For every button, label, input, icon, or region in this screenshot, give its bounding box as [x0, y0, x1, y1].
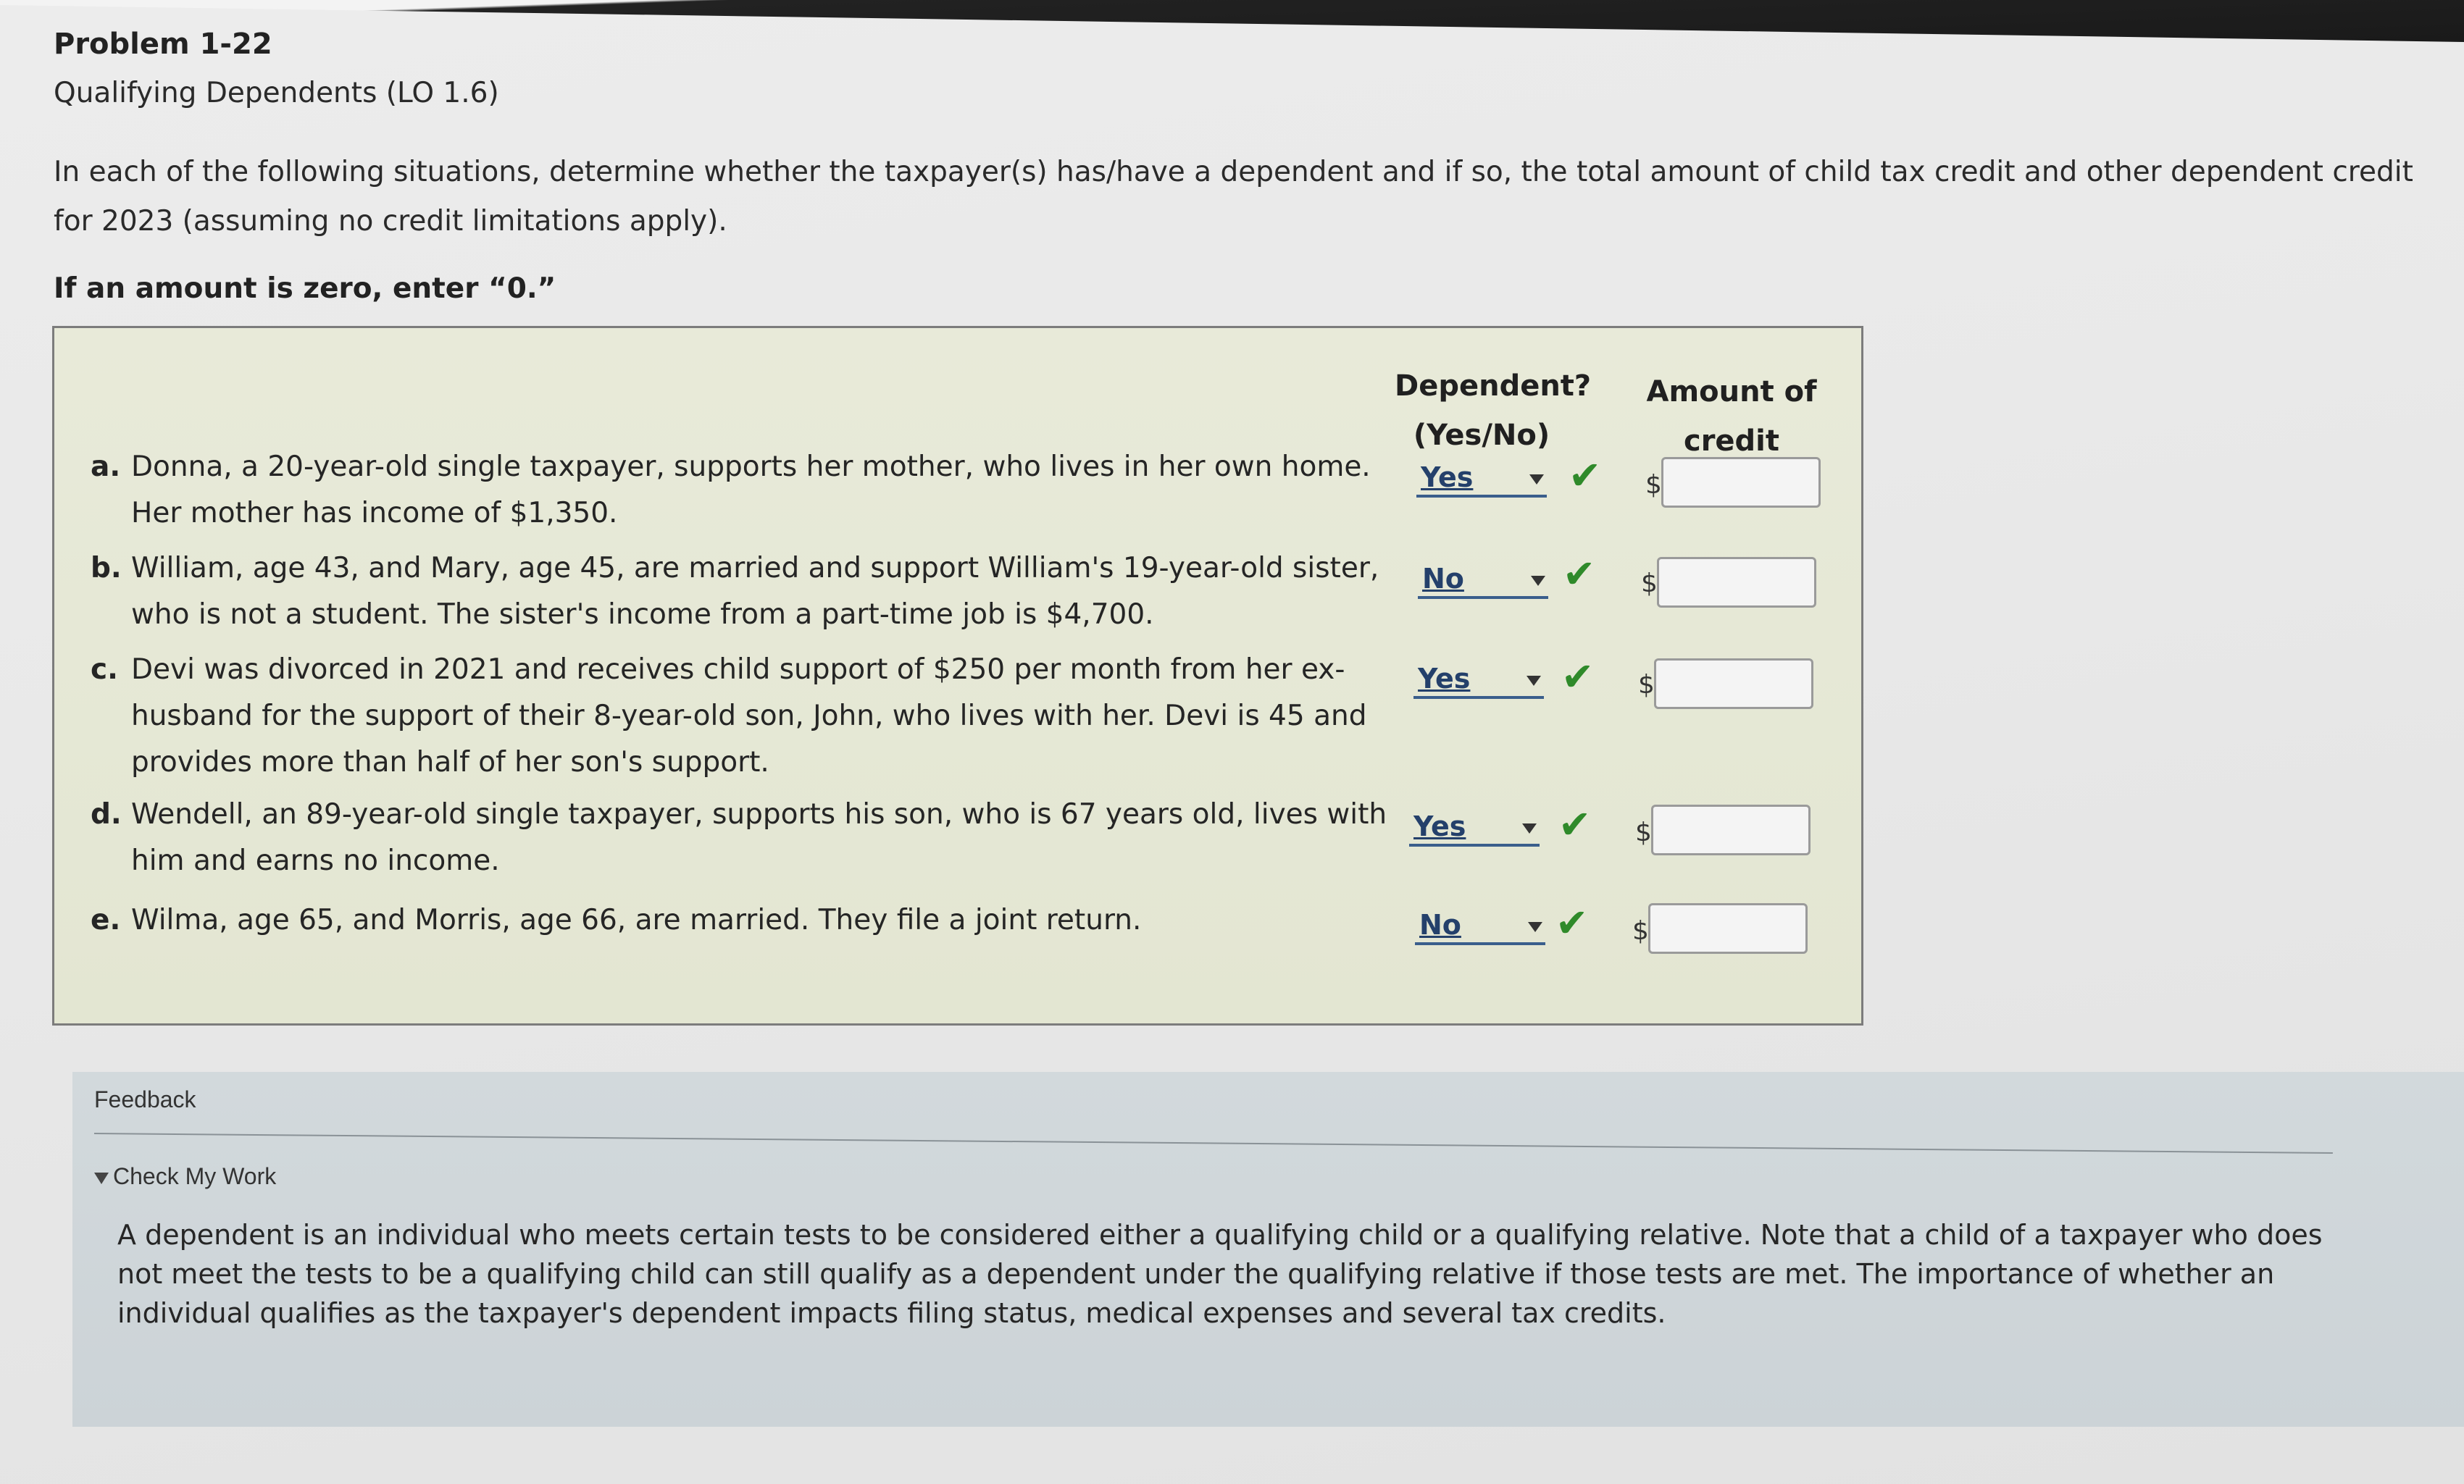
feedback-panel: Feedback Check My Work A dependent is an…	[72, 1072, 2464, 1427]
zero-amount-note: If an amount is zero, enter “0.”	[54, 272, 556, 305]
column-header-dependent-line2: (Yes/No)	[1413, 419, 1550, 452]
column-header-dependent-line1: Dependent?	[1395, 369, 1592, 403]
credit-amount-input-e[interactable]	[1648, 903, 1808, 954]
situation-text: Donna, a 20-year-old single taxpayer, su…	[131, 450, 1371, 529]
dollar-sign: $	[1641, 569, 1658, 598]
problem-instructions: In each of the following situations, det…	[54, 156, 2413, 238]
situation-item-d: d. Wendell, an 89-year-old single taxpay…	[91, 792, 1416, 884]
situation-letter: a.	[91, 450, 121, 483]
credit-amount-input-c[interactable]	[1654, 658, 1813, 709]
correct-check-icon: ✔	[1561, 654, 1595, 700]
credit-amount-input-d[interactable]	[1651, 805, 1811, 855]
credit-amount-input-b[interactable]	[1657, 557, 1816, 608]
correct-check-icon: ✔	[1569, 453, 1602, 498]
credit-amount-input-a[interactable]	[1661, 457, 1821, 508]
dropdown-arrow-icon	[1522, 823, 1537, 834]
situation-item-e: e. Wilma, age 65, and Morris, age 66, ar…	[91, 897, 1416, 944]
situation-item-a: a. Donna, a 20-year-old single taxpayer,…	[91, 444, 1416, 537]
situation-item-b: b. William, age 43, and Mary, age 45, ar…	[91, 545, 1416, 638]
feedback-text: A dependent is an individual who meets c…	[117, 1219, 2323, 1329]
correct-check-icon: ✔	[1563, 551, 1596, 597]
column-header-amount-line1: Amount of	[1646, 375, 1817, 408]
situation-letter: d.	[91, 798, 122, 831]
dropdown-arrow-icon	[1528, 922, 1542, 932]
check-my-work-label: Check My Work	[113, 1163, 277, 1189]
situation-letter: e.	[91, 904, 121, 936]
dependent-select-value: No	[1422, 563, 1464, 595]
feedback-label: Feedback	[94, 1086, 196, 1112]
dependent-select-d[interactable]: Yes	[1409, 810, 1540, 847]
situation-letter: c.	[91, 653, 118, 686]
column-header-dependent: Dependent? (Yes/No)	[1395, 361, 1592, 460]
dropdown-arrow-icon	[1529, 474, 1544, 485]
dependent-select-value: Yes	[1421, 461, 1474, 493]
column-header-amount: Amount of credit	[1634, 367, 1829, 466]
dollar-sign: $	[1638, 670, 1655, 700]
check-my-work-toggle[interactable]: Check My Work	[94, 1163, 276, 1190]
problem-subtitle: Qualifying Dependents (LO 1.6)	[54, 77, 499, 109]
problem-title: Problem 1-22	[54, 28, 272, 61]
dollar-sign: $	[1635, 818, 1652, 847]
dependent-select-e[interactable]: No	[1415, 909, 1545, 945]
situation-text: William, age 43, and Mary, age 45, are m…	[131, 552, 1379, 631]
correct-check-icon: ✔	[1555, 900, 1589, 946]
situation-text: Wilma, age 65, and Morris, age 66, are m…	[131, 904, 1142, 936]
situation-letter: b.	[91, 552, 122, 584]
dependent-select-a[interactable]: Yes	[1416, 461, 1547, 498]
dropdown-arrow-icon	[1531, 576, 1545, 586]
dropdown-arrow-icon	[1527, 676, 1541, 686]
situation-item-c: c. Devi was divorced in 2021 and receive…	[91, 647, 1416, 786]
situation-text: Wendell, an 89-year-old single taxpayer,…	[131, 798, 1387, 877]
dependent-select-value: Yes	[1413, 810, 1466, 842]
dollar-sign: $	[1645, 470, 1662, 500]
question-panel: Dependent? (Yes/No) Amount of credit a. …	[52, 326, 1863, 1026]
dependent-select-c[interactable]: Yes	[1413, 663, 1544, 699]
dependent-select-value: Yes	[1418, 663, 1471, 695]
situation-text: Devi was divorced in 2021 and receives c…	[131, 653, 1367, 779]
dollar-sign: $	[1632, 916, 1649, 946]
feedback-divider	[93, 1133, 2333, 1154]
dependent-select-b[interactable]: No	[1418, 563, 1548, 599]
collapse-triangle-icon	[94, 1172, 109, 1184]
problem-page: Problem 1-22 Qualifying Dependents (LO 1…	[0, 0, 2464, 1484]
dependent-select-value: No	[1419, 909, 1461, 941]
correct-check-icon: ✔	[1558, 802, 1592, 847]
